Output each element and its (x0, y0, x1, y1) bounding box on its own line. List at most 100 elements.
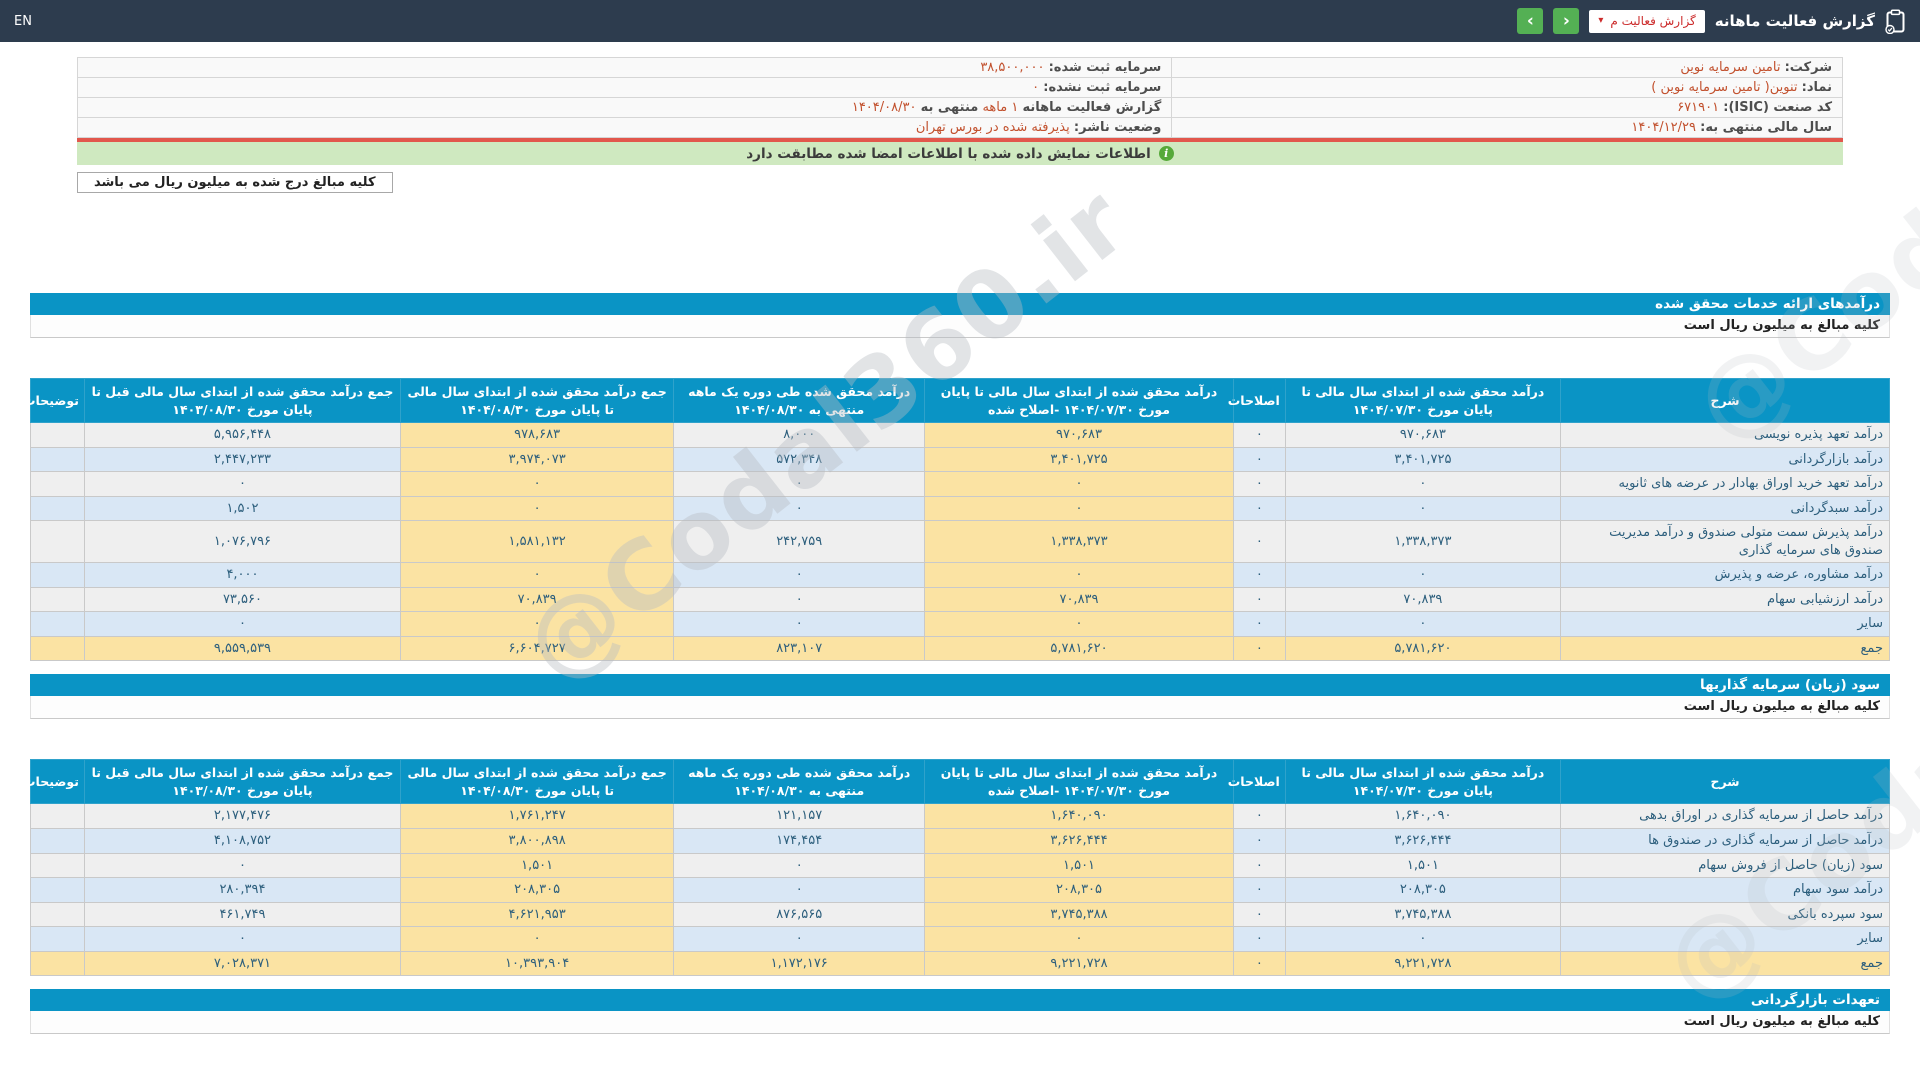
value-cell: ۰ (399, 562, 675, 588)
notes-cell (30, 803, 85, 830)
value-cell: ۱۰,۳۹۳,۹۰۴ (399, 950, 675, 977)
chevron-down-icon: ▾ (1598, 15, 1604, 26)
value-cell: ۴,۱۰۸,۷۵۲ (83, 828, 401, 854)
value-cell: ۵,۹۵۶,۴۴۸ (83, 422, 401, 448)
row-label-cell: درآمد حاصل از سرمایه گذاری در صندوق ها (1559, 828, 1891, 854)
row-label-cell: جمع (1559, 950, 1891, 977)
value-cell: ۰ (673, 611, 926, 637)
table-header-row: شرح درآمد محقق شده از ابتدای سال مالی تا … (23, 759, 1891, 805)
company-info-table: شرکت: تامین سرمایه نوین سرمایه ثبت شده: … (76, 57, 1843, 138)
row-label-cell: درآمد مشاوره، عرضه و پذیرش (1559, 562, 1891, 588)
value-cell: ۰ (1232, 852, 1286, 879)
info-field-unregistered-capital: سرمایه ثبت نشده: ۰ (76, 77, 1173, 98)
table-row: درآمد سبدگردانی ۰ ۰ ۰ ۰ ۰ ۱,۵۰۲ (30, 495, 1891, 522)
section-note-services-revenue: کلیه مبالغ به میلیون ریال است (30, 315, 1890, 338)
row-label-cell: سایر (1559, 611, 1891, 637)
table-row: درآمد مشاوره، عرضه و پذیرش ۰ ۰ ۰ ۰ ۰ ۴,۰۰۰ (30, 562, 1891, 588)
value-cell: ۱,۶۴۰,۰۹۰ (1284, 803, 1561, 830)
page: { "navbar": { "title": "گزارش فعالیت ماه… (0, 0, 1920, 1080)
value-cell: ۰ (673, 852, 926, 879)
value-cell: ۴,۶۲۱,۹۵۳ (399, 901, 675, 928)
column-header: اصلاحات (1228, 378, 1286, 423)
value-cell: ۵,۷۸۱,۶۲۰ (1284, 635, 1561, 662)
value-cell: ۲۴۲,۷۵۹ (673, 520, 926, 564)
info-row: کد صنعت (ISIC): ۶۷۱۹۰۱ گزارش فعالیت ماها… (76, 97, 1843, 118)
value-cell: ۹۷۰,۶۸۳ (924, 422, 1234, 448)
column-header: شرح (1559, 759, 1891, 805)
value-cell: ۰ (673, 877, 926, 903)
value-cell: ۰ (399, 471, 675, 497)
value-cell: ۸۲۳,۱۰۷ (673, 635, 926, 662)
value-cell: ۹,۲۲۱,۷۲۸ (1284, 950, 1561, 977)
value-cell: ۱,۳۳۸,۳۷۳ (1284, 520, 1561, 564)
column-header: جمع درآمد محقق شده از ابتدای سال مالی قب… (83, 378, 401, 423)
value-cell: ۰ (1232, 926, 1286, 952)
notes-cell (30, 422, 85, 448)
row-label-cell: سود (زیان) حاصل از فروش سهام (1559, 852, 1891, 879)
column-header: اصلاحات (1228, 759, 1286, 805)
section-header-services-revenue: درآمدهای ارائه خدمات محقق شده (30, 293, 1890, 315)
value-cell: ۱,۱۷۲,۱۷۶ (673, 950, 926, 977)
value-cell: ۰ (1284, 495, 1561, 522)
value-cell: ۱,۶۴۰,۰۹۰ (924, 803, 1234, 830)
language-switch[interactable]: EN (14, 14, 32, 29)
value-cell: ۰ (1232, 803, 1286, 830)
notes-cell (30, 446, 85, 473)
value-cell: ۷۰,۸۳۹ (1284, 586, 1561, 613)
table-row: درآمد بازارگردانی ۳,۴۰۱,۷۲۵ ۰ ۳,۴۰۱,۷۲۵ ۵۷۲,… (30, 446, 1891, 473)
value-cell: ۰ (1232, 635, 1286, 662)
notes-cell (30, 877, 85, 903)
value-cell: ۰ (1232, 611, 1286, 637)
value-cell: ۵۷۲,۳۴۸ (673, 446, 926, 473)
notes-cell (30, 562, 85, 588)
value-cell: ۰ (924, 495, 1234, 522)
value-cell: ۷,۰۲۸,۳۷۱ (83, 950, 401, 977)
value-cell: ۰ (399, 495, 675, 522)
value-cell: ۰ (673, 586, 926, 613)
row-label-cell: درآمد بازارگردانی (1559, 446, 1891, 473)
info-icon: i (1158, 146, 1174, 161)
value-cell: ۰ (924, 611, 1234, 637)
value-cell: ۰ (399, 926, 675, 952)
report-clipboard-icon (1885, 8, 1906, 34)
value-cell: ۷۰,۸۳۹ (924, 586, 1234, 613)
value-cell: ۰ (1232, 901, 1286, 928)
value-cell: ۰ (1232, 446, 1286, 473)
info-row: شرکت: تامین سرمایه نوین سرمایه ثبت شده: … (76, 57, 1843, 78)
value-cell: ۲۸۰,۳۹۴ (83, 877, 401, 903)
row-label-cell: درآمد سبدگردانی (1559, 495, 1891, 522)
value-cell: ۱,۵۸۱,۱۳۲ (399, 520, 675, 564)
total-row: جمع ۵,۷۸۱,۶۲۰ ۰ ۵,۷۸۱,۶۲۰ ۸۲۳,۱۰۷ ۶,۶۰۴,۷۲۷ ۹,… (30, 635, 1891, 662)
table-row: درآمد حاصل از سرمایه گذاری در اوراق بدهی… (30, 803, 1891, 830)
company-info: شرکت: تامین سرمایه نوین سرمایه ثبت شده: … (76, 57, 1843, 138)
notes-cell (30, 471, 85, 497)
next-report-button[interactable]: › (1553, 8, 1580, 34)
column-header: جمع درآمد محقق شده از ابتدای سال مالی قب… (83, 759, 401, 805)
report-type-value: گزارش فعالیت م (1610, 14, 1696, 28)
notes-cell (30, 611, 85, 637)
section-header-market-making: تعهدات بازارگردانی (30, 989, 1890, 1012)
table-row: درآمد ارزشیابی سهام ۷۰,۸۳۹ ۰ ۷۰,۸۳۹ ۰ ۷۰,۸۳۹ ۷… (30, 586, 1891, 613)
row-label-cell: سایر (1559, 926, 1891, 952)
value-cell: ۰ (83, 852, 401, 879)
column-header: درآمد محقق شده از ابتدای سال مالی تا پای… (1284, 759, 1561, 805)
signature-banner-text: اطلاعات نمایش داده شده با اطلاعات امضا ش… (746, 145, 1151, 162)
row-label-cell: جمع (1559, 635, 1891, 662)
column-header: شرح (1559, 378, 1891, 423)
value-cell: ۵,۷۸۱,۶۲۰ (924, 635, 1234, 662)
prev-report-button[interactable]: ‹ (1517, 8, 1544, 34)
value-cell: ۱۷۴,۴۵۴ (673, 828, 926, 854)
section-note-investment-profit: کلیه مبالغ به میلیون ریال است (30, 696, 1890, 720)
chevron-right-icon: › (1562, 10, 1570, 31)
value-cell: ۰ (1232, 828, 1286, 854)
notes-cell (30, 926, 85, 952)
value-cell: ۰ (673, 926, 926, 952)
info-field-report-period: گزارش فعالیت ماهانه ۱ ماهه منتهی به ۱۴۰۴… (76, 97, 1173, 118)
row-label-cell: سود سپرده بانکی (1559, 901, 1891, 928)
table-row: سود سپرده بانکی ۳,۷۴۵,۳۸۸ ۰ ۳,۷۴۵,۳۸۸ ۸۷۶,۵۶… (30, 901, 1891, 928)
value-cell: ۰ (1284, 926, 1561, 952)
amounts-note-box: کلیه مبالغ درج شده به میلیون ریال می باش… (77, 172, 393, 193)
report-type-select[interactable]: گزارش فعالیت م ▾ (1589, 9, 1705, 33)
column-header: درآمد محقق شده از ابتدای سال مالی تا پای… (924, 378, 1234, 423)
value-cell: ۴۶۱,۷۴۹ (83, 901, 401, 928)
